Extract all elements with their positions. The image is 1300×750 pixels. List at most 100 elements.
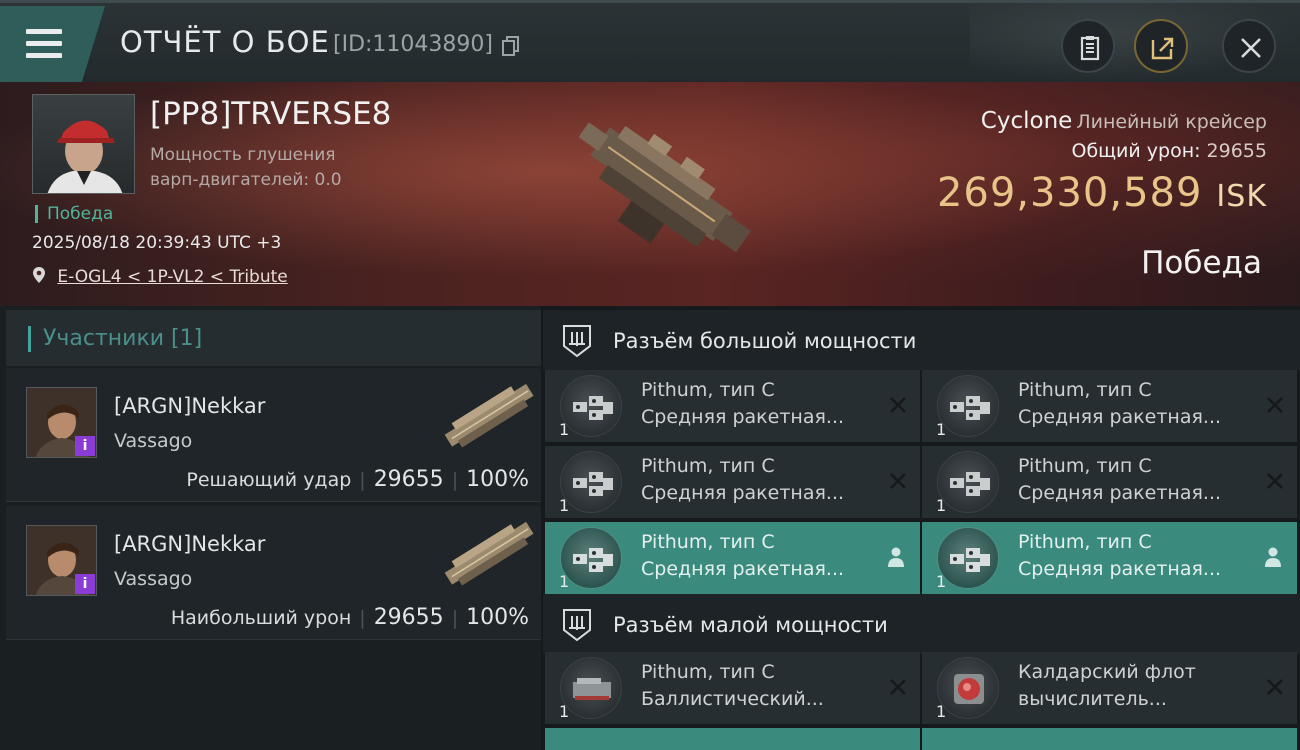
module-description: Средняя ракетная... (1018, 482, 1222, 504)
destroyed-icon (1267, 473, 1283, 489)
high-slot-header: Разъём большой мощности (543, 310, 1300, 370)
kill-summary-banner: [PP8]TRVERSE8 Мощность глушения варп-дви… (0, 82, 1300, 306)
warp-jam-strength: Мощность глушения варп-двигателей: 0.0 (150, 145, 342, 190)
participant-stats: Наибольший урон | 29655 | 100% (171, 605, 529, 630)
participant-avatar[interactable]: i (26, 387, 97, 458)
module-slot-partial[interactable] (545, 728, 920, 750)
participant-ship: Vassago (114, 430, 193, 452)
participant-damage: 29655 (373, 605, 444, 630)
participants-panel: Участники [1] i [ARGN]Nekkar Vassago Реш… (0, 306, 541, 750)
victim-name[interactable]: [PP8]TRVERSE8 (150, 96, 391, 132)
isk-value: 269,330,589 (936, 170, 1203, 216)
participant-damage: 29655 (373, 467, 444, 492)
module-slot[interactable]: 1 Калдарский флот вычислитель... (922, 652, 1297, 724)
module-name: Pithum, тип C (1018, 531, 1152, 553)
clipboard-button[interactable] (1061, 19, 1115, 73)
page-title: ОТЧЁТ О БОЕ (120, 25, 330, 59)
missile-launcher-icon (937, 527, 999, 589)
kill-datetime: 2025/08/18 20:39:43 UTC +3 (32, 233, 282, 253)
stats-separator: | (359, 469, 366, 491)
participant-percent: 100% (466, 467, 529, 492)
stats-separator: | (451, 469, 459, 491)
module-description: Баллистический... (641, 688, 824, 710)
participant-name[interactable]: [ARGN]Nekkar (114, 394, 265, 418)
ship-class: Линейный крейсер (1076, 111, 1267, 133)
location-pin-icon (33, 267, 45, 283)
destroyed-icon (890, 397, 906, 413)
module-slot[interactable]: 1 Pithum, тип C Средняя ракетная... (922, 370, 1297, 442)
total-damage-label: Общий урон: (1071, 140, 1201, 162)
ship-type-line: Cyclone Линейный крейсер (981, 108, 1267, 134)
status-badge: Победа (35, 205, 113, 223)
module-description: Средняя ракетная... (641, 406, 845, 428)
module-name: Pithum, тип C (1018, 455, 1152, 477)
mid-slot-header: Разъём малой мощности (543, 594, 1300, 654)
ship-name[interactable]: Cyclone (981, 108, 1073, 134)
total-damage-value: 29655 (1206, 140, 1267, 162)
missile-launcher-icon (560, 375, 622, 437)
total-damage-line: Общий урон: 29655 (1071, 140, 1267, 162)
report-id: [ID:11043890] (333, 32, 493, 57)
computer-module-icon (937, 657, 999, 719)
module-slot[interactable]: 1 Pithum, тип C Баллистический... (545, 652, 920, 724)
close-icon (1241, 38, 1261, 58)
module-description: Средняя ракетная... (641, 482, 845, 504)
isk-value-line: 269,330,589 ISK (937, 170, 1267, 216)
module-quantity: 1 (559, 702, 570, 721)
mid-slot-title: Разъём малой мощности (613, 613, 888, 637)
share-icon (1151, 37, 1174, 60)
destroyed-icon (1267, 679, 1283, 695)
menu-icon (26, 29, 62, 59)
location-text[interactable]: E-OGL4 < 1P-VL2 < Tribute (57, 267, 287, 287)
destroyed-icon (890, 473, 906, 489)
participants-title: Участники [1] (28, 326, 202, 352)
close-button[interactable] (1222, 19, 1276, 73)
module-quantity: 1 (936, 420, 947, 439)
victim-avatar[interactable] (32, 94, 135, 194)
participant-card[interactable]: i [ARGN]Nekkar Vassago Решающий удар | 296… (6, 368, 541, 502)
corp-role-badge: i (75, 436, 95, 456)
top-bar: ОТЧЁТ О БОЕ [ID:11043890] (0, 0, 1300, 83)
ballistic-control-icon (560, 657, 622, 719)
participant-avatar[interactable]: i (26, 525, 97, 596)
missile-launcher-icon (560, 451, 622, 513)
high-slot-title: Разъём большой мощности (613, 329, 917, 353)
module-name: Pithum, тип C (1018, 379, 1152, 401)
fitting-panel: Разъём большой мощности 1 Pithum, тип C … (543, 306, 1300, 750)
module-quantity: 1 (936, 572, 947, 591)
destroyed-icon (1267, 397, 1283, 413)
participant-ship-icon (444, 521, 534, 586)
missile-launcher-icon (560, 527, 622, 589)
module-description: Средняя ракетная... (641, 558, 845, 580)
pilot-portrait-icon (47, 120, 123, 193)
participant-percent: 100% (466, 605, 529, 630)
module-description: вычислитель... (1018, 688, 1167, 710)
participant-name[interactable]: [ARGN]Nekkar (114, 532, 265, 556)
module-slot[interactable]: 1 Pithum, тип C Средняя ракетная... (922, 446, 1297, 518)
participant-role: Наибольший урон (170, 607, 352, 629)
module-slot[interactable]: 1 Pithum, тип C Средняя ракетная... (922, 522, 1297, 594)
clipboard-icon (1080, 36, 1100, 61)
missile-launcher-icon (937, 375, 999, 437)
dropped-person-icon (1265, 547, 1281, 567)
participant-stats: Решающий удар | 29655 | 100% (186, 467, 529, 492)
menu-button[interactable] (0, 6, 105, 82)
module-slot-partial[interactable] (922, 728, 1297, 750)
module-name: Pithum, тип C (641, 531, 775, 553)
share-button[interactable] (1134, 19, 1188, 73)
module-quantity: 1 (559, 572, 570, 591)
mid-slot-icon (563, 609, 591, 642)
module-slot[interactable]: 1 Pithum, тип C Средняя ракетная... (545, 370, 920, 442)
participant-card[interactable]: i [ARGN]Nekkar Vassago Наибольший урон | 2… (6, 506, 541, 640)
module-slot[interactable]: 1 Pithum, тип C Средняя ракетная... (545, 446, 920, 518)
stats-separator: | (451, 607, 459, 629)
isk-currency: ISK (1216, 179, 1267, 214)
copy-icon[interactable] (502, 36, 520, 56)
module-quantity: 1 (936, 496, 947, 515)
missile-launcher-icon (937, 451, 999, 513)
ship-render-icon (578, 122, 751, 253)
stats-separator: | (359, 607, 366, 629)
high-slot-icon (563, 325, 591, 358)
module-slot[interactable]: 1 Pithum, тип C Средняя ракетная... (545, 522, 920, 594)
location-link[interactable]: E-OGL4 < 1P-VL2 < Tribute (32, 266, 288, 287)
